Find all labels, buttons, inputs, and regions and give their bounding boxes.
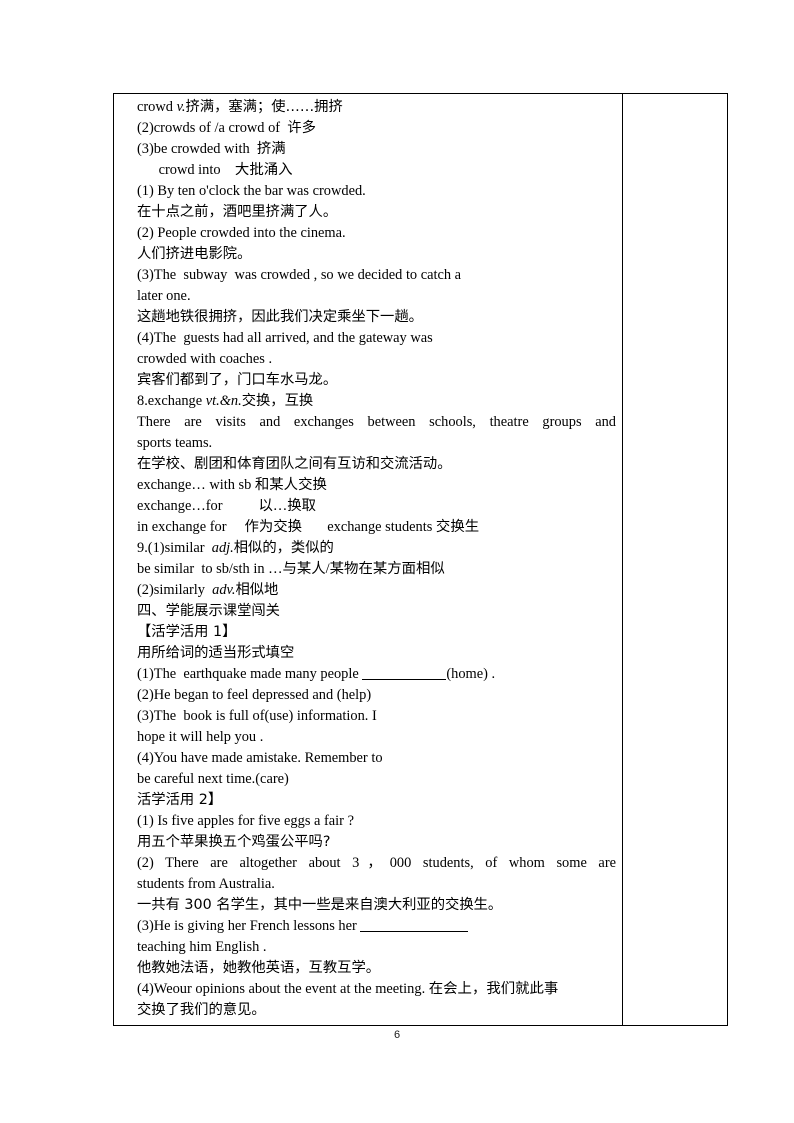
line-example-2-en: (2) People crowded into the cinema. [137,225,346,241]
exercise2-item-1-en: (1) Is five apples for five eggs a fair … [137,813,354,829]
table-row: crowd v.挤满，塞满；使……拥挤 (2)crowds of /a crow… [113,93,728,1026]
exercise2-item-2-en-b: students from Australia. [137,876,275,892]
exercise-heading-2: 活学活用 2】 [137,792,223,808]
exercise2-item-2-zh: 一共有 300 名学生，其中一些是来自澳大利亚的交换生。 [137,897,503,913]
line-crowd-into: crowd into 大批涌入 [137,162,293,178]
line-example-4-zh: 宾客们都到了，门口车水马龙。 [137,372,338,388]
exercise2-item-3-en-b: teaching him English . [137,939,267,955]
exercise-instruction-1: 用所给词的适当形式填空 [137,645,295,661]
exercise1-item-4a: (4)You have made amistake. Remember to [137,750,383,766]
side-notes-body [623,94,727,101]
line-similar-definition: 9.(1)similar adj.相似的，类似的 [137,540,334,556]
document-page: crowd v.挤满，塞满；使……拥挤 (2)crowds of /a crow… [0,0,794,1123]
line-similarly-definition: (2)similarly adv.相似地 [137,582,279,598]
exercise1-item-3b: hope it will help you . [137,729,264,745]
line-be-similar-to: be similar to sb/sth in …与某人/某物在某方面相似 [137,561,445,577]
exercise1-item-4b: be careful next time.(care) [137,771,289,787]
line-example-3-en-b: later one. [137,288,191,304]
line-example-1-zh: 在十点之前，酒吧里挤满了人。 [137,204,338,220]
exercise2-item-3-en-a: (3)He is giving her French lessons her [137,916,616,937]
line-example-4-en-a: (4)The guests had all arrived, and the g… [137,330,433,346]
answer-blank-icon [362,667,447,680]
main-content-cell: crowd v.挤满，塞满；使……拥挤 (2)crowds of /a crow… [113,93,623,1026]
line-exchange-example-en-a: There are visits and exchanges between s… [137,414,616,430]
line-exchange-with-sb: exchange… with sb 和某人交换 [137,477,327,493]
line-example-3-en-a: (3)The subway was crowded , so we decide… [137,267,462,283]
exercise1-item-2: (2)He began to feel depressed and (help) [137,687,372,703]
line-exchange-definition: 8.exchange vt.&n.交换，互换 [137,393,314,409]
pos-tag-adv: adv. [212,582,236,598]
line-example-3-zh: 这趟地铁很拥挤，因此我们决定乘坐下一趟。 [137,309,423,325]
line-in-exchange-for: in exchange for 作为交换 exchange students 交… [137,519,480,535]
content-table: crowd v.挤满，塞满；使……拥挤 (2)crowds of /a crow… [113,93,728,1026]
line-crowd-definition: crowd v.挤满，塞满；使……拥挤 [137,99,343,115]
pos-tag-vt-n: vt.&n. [205,393,242,409]
line-example-1-en: (1) By ten o'clock the bar was crowded. [137,183,366,199]
main-content-body: crowd v.挤满，塞满；使……拥挤 (2)crowds of /a crow… [114,94,622,1025]
line-exchange-example-en-b: sports teams. [137,435,213,451]
line-example-4-en-b: crowded with coaches . [137,351,273,367]
exercise1-item-3a: (3)The book is full of(use) information.… [137,708,377,724]
line-exchange-for: exchange…for 以…换取 [137,498,317,514]
exercise2-item-3-zh: 他教她法语，她教他英语，互教互学。 [137,960,381,976]
exercise-heading-1: 【活学活用 1】 [137,624,237,640]
line-crowds-of: (2)crowds of /a crowd of 许多 [137,120,317,136]
page-number: 6 [393,1029,401,1041]
line-example-2-zh: 人们挤进电影院。 [137,246,252,262]
exercise1-item-1: (1)The earthquake made many people (home… [137,666,496,682]
answer-blank-icon [360,919,469,932]
exercise2-item-4-en: (4)Weour opinions about the event at the… [137,981,559,997]
line-be-crowded-with: (3)be crowded with 挤满 [137,141,286,157]
side-notes-cell [622,93,728,1026]
pos-tag-adj: adj. [211,540,234,556]
exercise2-item-1-zh: 用五个苹果换五个鸡蛋公平吗? [137,834,331,850]
line-exchange-example-zh: 在学校、剧团和体育团队之间有互访和交流活动。 [137,456,452,472]
exercise2-item-4-zh: 交换了我们的意见。 [137,1002,266,1018]
exercise2-item-2-en-a: (2) There are altogether about 3，000 stu… [137,855,616,871]
section-heading-four: 四、学能展示课堂闯关 [137,603,280,619]
